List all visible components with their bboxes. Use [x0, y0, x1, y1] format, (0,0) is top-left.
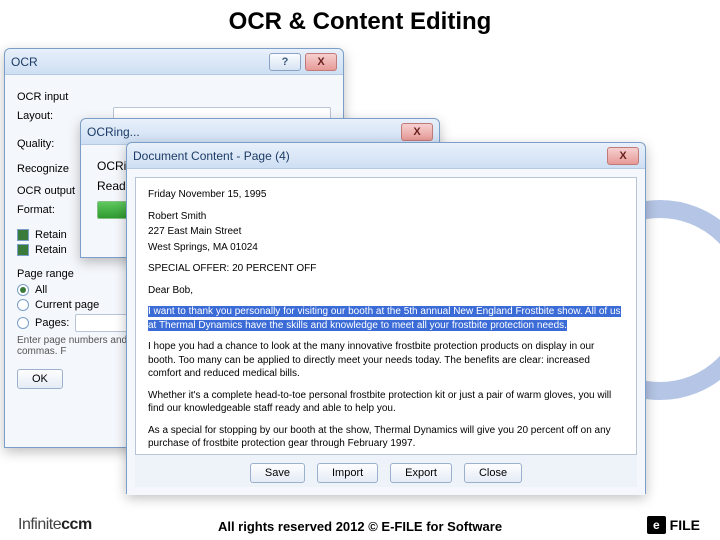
- help-button[interactable]: ?: [269, 53, 301, 71]
- efile-logo: e FILE: [647, 516, 700, 534]
- retain1-checkbox[interactable]: [17, 229, 29, 241]
- ocr-settings-titlebar: OCR ? X: [5, 49, 343, 75]
- close-button[interactable]: X: [401, 123, 433, 141]
- doc-date: Friday November 15, 1995: [148, 188, 624, 202]
- close-button[interactable]: X: [607, 147, 639, 165]
- current-label: Current page: [35, 299, 99, 311]
- retain2-checkbox[interactable]: [17, 244, 29, 256]
- efile-logo-text: FILE: [670, 517, 700, 533]
- ocr-input-label: OCR input: [17, 91, 331, 103]
- all-label: All: [35, 284, 47, 296]
- doc-highlight: I want to thank you personally for visit…: [148, 306, 621, 331]
- slide-title: OCR & Content Editing: [0, 8, 720, 36]
- slide-footer: All rights reserved 2012 © E-FILE for So…: [0, 519, 720, 534]
- current-radio[interactable]: [17, 299, 29, 311]
- close-button[interactable]: X: [305, 53, 337, 71]
- all-radio[interactable]: [17, 284, 29, 296]
- retain1-label: Retain: [35, 229, 67, 241]
- document-editor[interactable]: Friday November 15, 1995 Robert Smith 22…: [135, 177, 637, 455]
- doc-p4: As a special for stopping by our booth a…: [148, 424, 624, 451]
- ocring-title: OCRing...: [87, 125, 397, 139]
- retain2-label: Retain: [35, 244, 67, 256]
- close-doc-button[interactable]: Close: [464, 463, 522, 483]
- doc-subject: SPECIAL OFFER: 20 PERCENT OFF: [148, 262, 624, 276]
- pages-radio[interactable]: [17, 317, 29, 329]
- doc-addr1: Robert Smith: [148, 210, 624, 224]
- doc-addr2: 227 East Main Street: [148, 225, 624, 239]
- doc-p3: Whether it's a complete head-to-toe pers…: [148, 389, 624, 416]
- import-button[interactable]: Import: [317, 463, 378, 483]
- save-button[interactable]: Save: [250, 463, 305, 483]
- document-content-window: Document Content - Page (4) X Friday Nov…: [126, 142, 646, 494]
- doc-p2: I hope you had a chance to look at the m…: [148, 340, 624, 381]
- ok-button[interactable]: OK: [17, 369, 63, 389]
- infiniteccm-logo: Infiniteccm: [18, 516, 92, 534]
- pages-label: Pages:: [35, 317, 69, 329]
- document-content-titlebar: Document Content - Page (4) X: [127, 143, 645, 169]
- document-content-title: Document Content - Page (4): [133, 149, 603, 163]
- doc-salutation: Dear Bob,: [148, 284, 624, 298]
- efile-logo-glyph: e: [647, 516, 666, 534]
- ocr-settings-title: OCR: [11, 55, 265, 69]
- doc-addr3: West Springs, MA 01024: [148, 241, 624, 255]
- export-button[interactable]: Export: [390, 463, 452, 483]
